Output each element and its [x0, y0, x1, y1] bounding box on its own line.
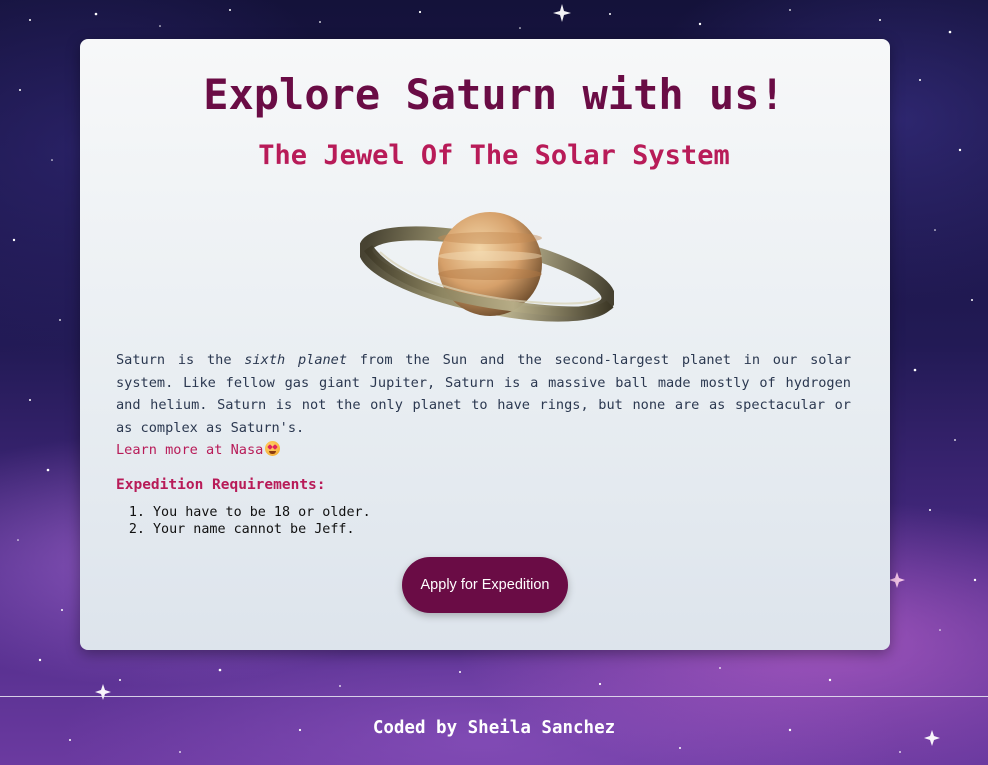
requirement-item: Your name cannot be Jeff.	[153, 521, 371, 538]
footer-divider	[0, 696, 988, 697]
requirements-heading: Expedition Requirements:	[116, 477, 326, 493]
page-title: Explore Saturn with us!	[203, 70, 785, 119]
saturn-description: Saturn is the sixth planet from the Sun …	[116, 349, 851, 462]
description-text-start: Saturn is the	[116, 352, 245, 368]
star-struck-emoji-icon	[265, 441, 281, 457]
description-emphasis: sixth planet	[244, 352, 348, 368]
apply-for-expedition-button[interactable]: Apply for Expedition	[402, 557, 568, 613]
page-subtitle: The Jewel Of The Solar System	[258, 140, 730, 171]
footer-credit: Coded by Sheila Sanchez	[372, 718, 616, 738]
nasa-link[interactable]: Learn more at Nasa	[116, 441, 281, 459]
saturn-image	[360, 212, 614, 322]
requirement-item: You have to be 18 or older.	[153, 504, 371, 521]
requirements-list: You have to be 18 or older. Your name ca…	[117, 504, 371, 538]
nasa-link-label: Learn more at Nasa	[116, 442, 264, 459]
